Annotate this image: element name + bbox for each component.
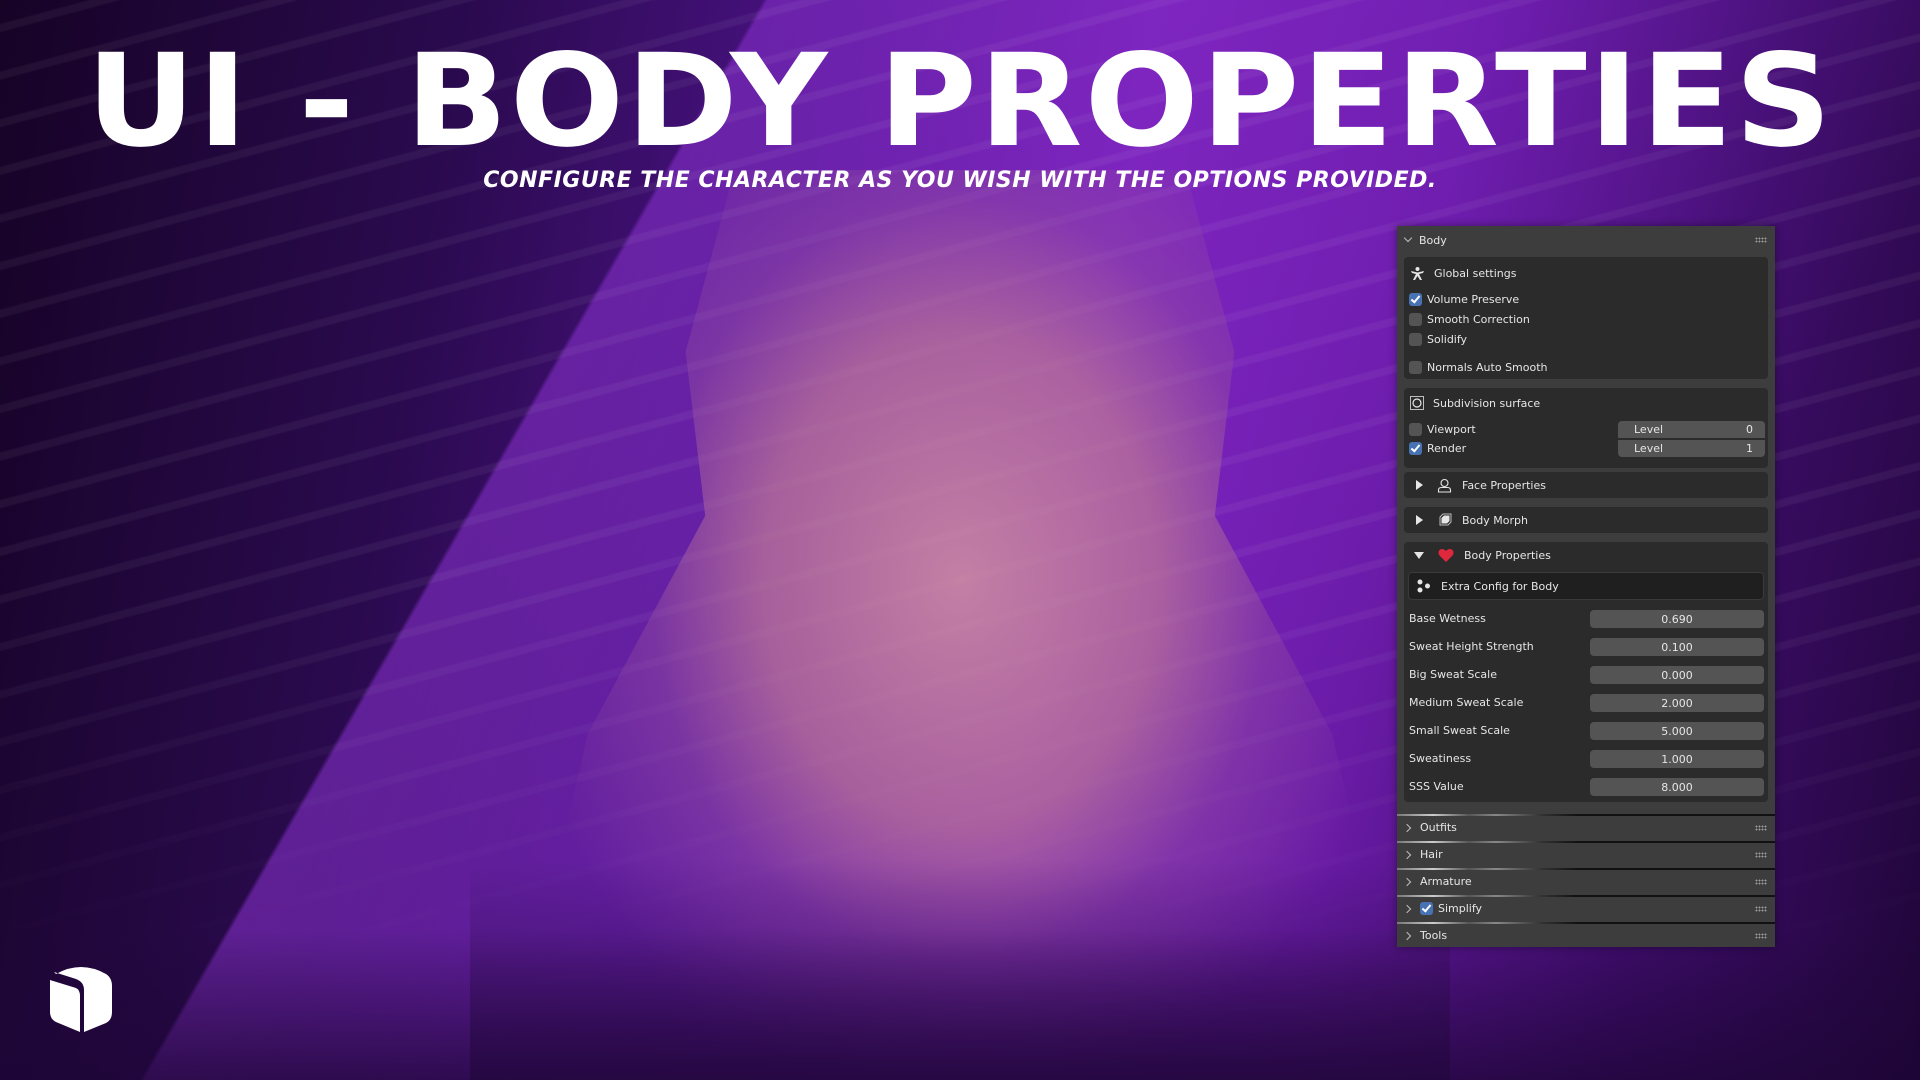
shape-key-icon xyxy=(1439,513,1452,525)
panel-header-label: Outfits xyxy=(1420,821,1457,834)
panel-header-label: Hair xyxy=(1420,848,1443,861)
property-label: Big Sweat Scale xyxy=(1409,668,1497,681)
property-value-field[interactable]: 2.000 xyxy=(1590,694,1764,712)
body-morph-header[interactable]: Body Morph xyxy=(1404,507,1768,533)
face-properties-title: Face Properties xyxy=(1462,478,1546,492)
chevron-right-icon xyxy=(1403,822,1415,834)
divider xyxy=(1397,814,1577,816)
render-level-field[interactable]: Level 1 xyxy=(1618,440,1765,457)
body-panel-header[interactable]: Body xyxy=(1397,226,1775,254)
volume-preserve-checkbox[interactable]: Volume Preserve xyxy=(1409,291,1519,307)
global-settings-header: Global settings xyxy=(1410,263,1516,283)
heart-icon xyxy=(1438,548,1454,562)
drag-grip-icon[interactable] xyxy=(1755,237,1767,243)
body-panel: Body Global settings Volume Preserve Smo… xyxy=(1397,226,1775,947)
drag-grip-icon[interactable] xyxy=(1755,906,1767,912)
panel-header-simplify[interactable]: Simplify xyxy=(1397,895,1775,920)
property-label: Base Wetness xyxy=(1409,612,1486,625)
checkbox-label: Smooth Correction xyxy=(1427,312,1530,326)
panel-header-tools[interactable]: Tools xyxy=(1397,922,1775,947)
global-settings-title: Global settings xyxy=(1434,266,1517,280)
checkbox-label: Solidify xyxy=(1427,332,1468,346)
level-label: Level xyxy=(1634,442,1664,455)
property-value-field[interactable]: 0.000 xyxy=(1590,666,1764,684)
property-value-field[interactable]: 1.000 xyxy=(1590,750,1764,768)
checkbox-label: Normals Auto Smooth xyxy=(1427,360,1548,374)
checkbox[interactable] xyxy=(1409,332,1422,346)
collapse-arrow-icon xyxy=(1414,551,1424,559)
property-value-field[interactable]: 8.000 xyxy=(1590,778,1764,796)
chevron-right-icon xyxy=(1403,930,1415,942)
property-label: Sweatiness xyxy=(1409,752,1472,765)
cube-icon xyxy=(50,967,112,1032)
face-properties-header[interactable]: Face Properties xyxy=(1404,472,1768,498)
checkbox[interactable] xyxy=(1409,422,1422,436)
user-outline-icon xyxy=(1437,478,1452,493)
page-subtitle: CONFIGURE THE CHARACTER AS YOU WISH WITH… xyxy=(483,168,1437,193)
property-value-field[interactable]: 5.000 xyxy=(1590,722,1764,740)
panel-header-label: Simplify xyxy=(1438,902,1483,915)
subdivision-box: Subdivision surface Viewport Render Leve… xyxy=(1404,388,1768,468)
subdivision-circle-icon xyxy=(1410,396,1424,410)
checkbox[interactable] xyxy=(1409,360,1422,374)
chevron-down-icon xyxy=(1403,234,1415,246)
checkbox[interactable] xyxy=(1409,292,1422,306)
page-title: UI - BODY PROPERTIES xyxy=(86,27,1834,176)
background-bottom-fade xyxy=(0,930,1920,1080)
property-value-field[interactable]: 0.100 xyxy=(1590,638,1764,656)
level-value: 0 xyxy=(1746,423,1753,436)
viewport-level-field[interactable]: Level 0 xyxy=(1618,421,1765,438)
divider xyxy=(1397,841,1577,843)
extra-config-title: Extra Config for Body xyxy=(1441,579,1559,593)
panel-header-label: Tools xyxy=(1420,929,1448,942)
checkbox[interactable] xyxy=(1409,312,1422,326)
render-checkbox[interactable]: Render xyxy=(1409,440,1466,456)
level-label: Level xyxy=(1634,423,1664,436)
global-settings-box: Global settings Volume Preserve Smooth C… xyxy=(1404,257,1768,379)
property-label: Medium Sweat Scale xyxy=(1409,696,1524,709)
viewport-checkbox[interactable]: Viewport xyxy=(1409,421,1476,437)
body-properties-box: Body Properties Extra Config for Body Ba… xyxy=(1404,542,1768,802)
body-properties-title: Body Properties xyxy=(1464,548,1551,562)
body-properties-header[interactable]: Body Properties xyxy=(1404,542,1768,568)
checkbox-label: Viewport xyxy=(1427,422,1476,436)
chevron-right-icon xyxy=(1403,903,1415,915)
expand-arrow-icon xyxy=(1416,480,1423,490)
checkbox-label: Volume Preserve xyxy=(1427,292,1520,306)
property-label: Small Sweat Scale xyxy=(1409,724,1510,737)
body-morph-title: Body Morph xyxy=(1462,513,1528,527)
divider xyxy=(1397,868,1577,870)
normals-auto-smooth-checkbox[interactable]: Normals Auto Smooth xyxy=(1409,359,1548,375)
solidify-checkbox[interactable]: Solidify xyxy=(1409,331,1467,347)
panel-header-outfits[interactable]: Outfits xyxy=(1397,814,1775,839)
panel-header-armature[interactable]: Armature xyxy=(1397,868,1775,893)
property-value-field[interactable]: 0.690 xyxy=(1590,610,1764,628)
panel-header-label: Armature xyxy=(1420,875,1472,888)
divider xyxy=(1397,922,1577,924)
drag-grip-icon[interactable] xyxy=(1755,933,1767,939)
node-dots-icon xyxy=(1417,579,1430,593)
drag-grip-icon[interactable] xyxy=(1755,852,1767,858)
subdivision-header: Subdivision surface xyxy=(1410,393,1540,413)
property-label: Sweat Height Strength xyxy=(1409,640,1534,653)
divider xyxy=(1397,895,1577,897)
drag-grip-icon[interactable] xyxy=(1755,825,1767,831)
drag-grip-icon[interactable] xyxy=(1755,879,1767,885)
panel-header-hair[interactable]: Hair xyxy=(1397,841,1775,866)
checkbox-label: Render xyxy=(1427,441,1467,455)
armature-figure-icon xyxy=(1411,266,1424,280)
chevron-right-icon xyxy=(1403,876,1415,888)
property-label: SSS Value xyxy=(1409,780,1464,793)
checkbox[interactable] xyxy=(1420,902,1433,915)
smooth-correction-checkbox[interactable]: Smooth Correction xyxy=(1409,311,1530,327)
chevron-right-icon xyxy=(1403,849,1415,861)
level-value: 1 xyxy=(1746,442,1753,455)
subdivision-title: Subdivision surface xyxy=(1433,396,1541,410)
body-panel-title: Body xyxy=(1419,233,1447,247)
expand-arrow-icon xyxy=(1416,515,1423,525)
checkbox[interactable] xyxy=(1409,441,1422,455)
extra-config-box: Extra Config for Body xyxy=(1408,572,1764,600)
